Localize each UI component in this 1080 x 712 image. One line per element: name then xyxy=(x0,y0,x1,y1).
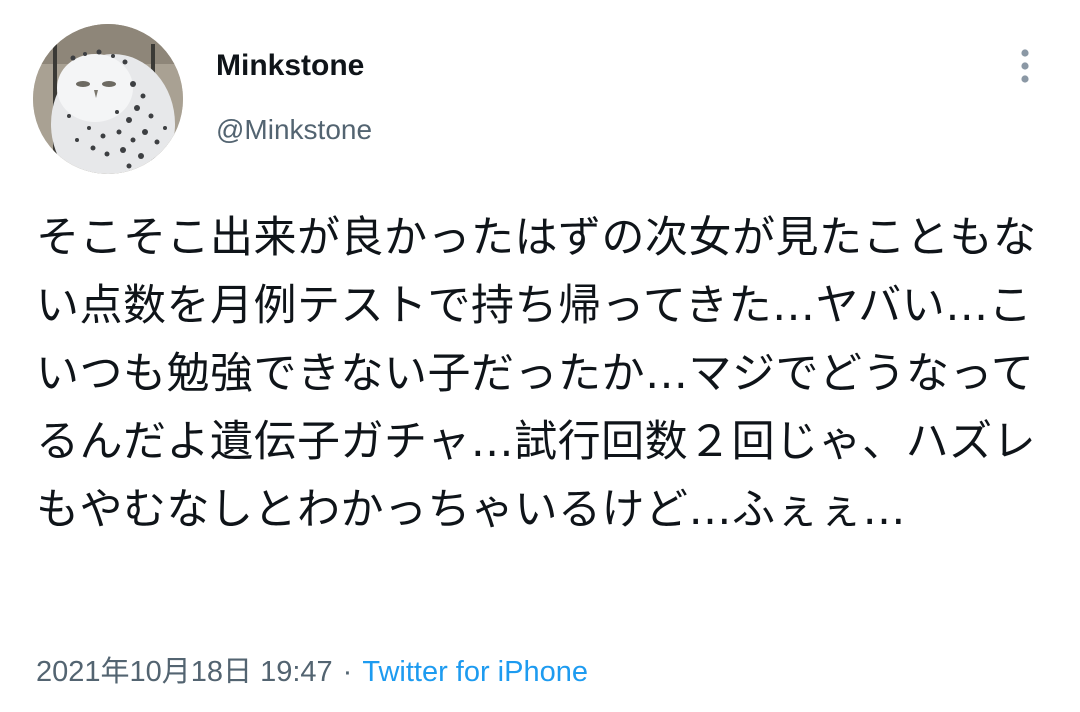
tweet-container: Minkstone @Minkstone そこそこ出来が良かったはずの次女が見た… xyxy=(0,0,1080,712)
user-handle[interactable]: @Minkstone xyxy=(216,110,372,150)
tweet-text: そこそこ出来が良かったはずの次女が見たこともない点数を月例テストで持ち帰ってきた… xyxy=(36,213,1037,535)
source-link[interactable]: Twitter for iPhone xyxy=(362,656,588,688)
separator-dot: · xyxy=(342,656,353,688)
tweet-metadata: 2021年10月18日 19:47 · Twitter for iPhone xyxy=(36,652,588,692)
timestamp[interactable]: 2021年10月18日 19:47 xyxy=(36,656,333,688)
more-vertical-icon xyxy=(1021,49,1029,83)
snowy-owl-avatar-icon xyxy=(33,24,183,174)
display-name[interactable]: Minkstone xyxy=(216,46,364,86)
avatar[interactable] xyxy=(33,24,183,174)
more-options-button[interactable] xyxy=(1003,44,1047,88)
